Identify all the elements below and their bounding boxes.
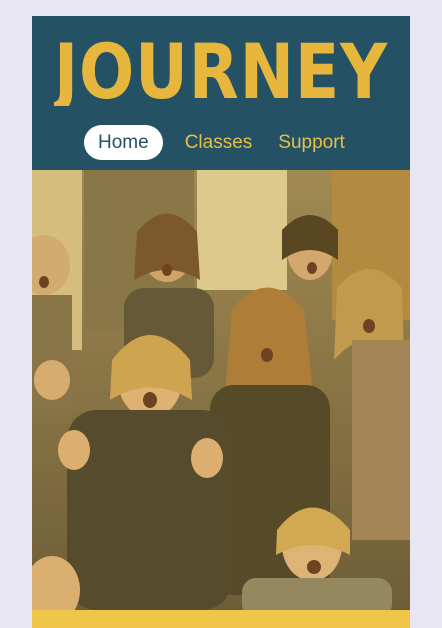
page: JOURNEY Home Classes Support — [32, 16, 410, 628]
logo-wordmark: JOURNEY — [50, 27, 388, 116]
nav-home[interactable]: Home — [84, 125, 163, 160]
hero-photo — [32, 170, 410, 610]
footer-strip — [32, 610, 410, 628]
nav-support[interactable]: Support — [264, 125, 359, 160]
main-nav: Home Classes Support — [84, 125, 359, 160]
journey-logo[interactable]: JOURNEY — [50, 27, 388, 116]
hero-photo-illustration — [32, 170, 410, 610]
logo-text: JOURNEY — [54, 34, 388, 106]
site-header: JOURNEY Home Classes Support — [32, 16, 410, 170]
nav-classes[interactable]: Classes — [171, 125, 267, 160]
